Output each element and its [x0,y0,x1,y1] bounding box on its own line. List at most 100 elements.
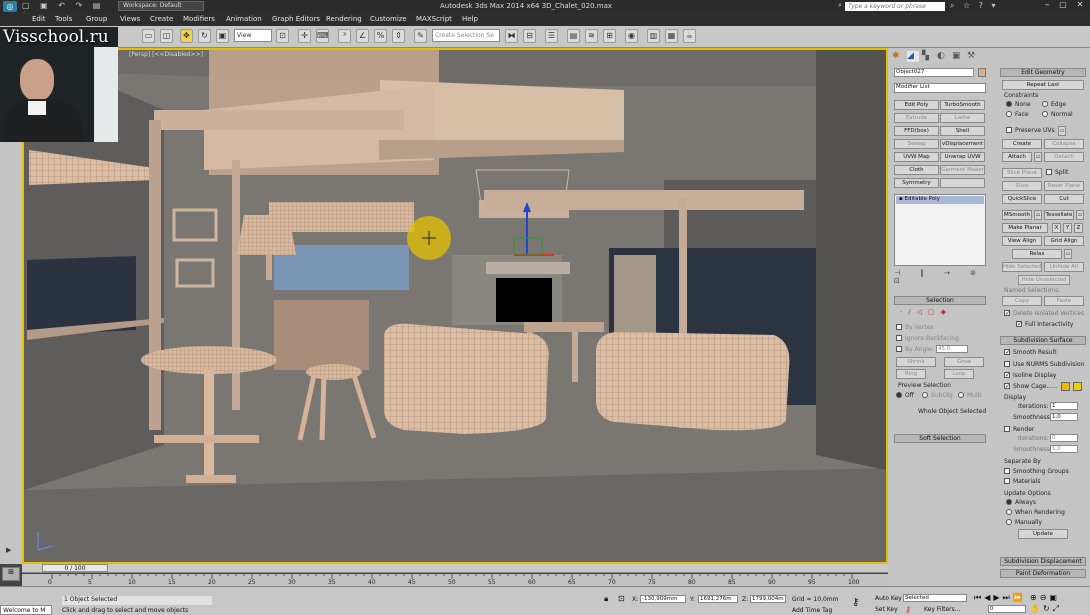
msmooth-settings-icon[interactable]: ▫ [1034,210,1042,220]
display-smoothness-spinner[interactable]: 1,0 [1050,413,1078,421]
mirror-icon[interactable]: ⧓ [505,29,518,43]
object-color-swatch[interactable] [978,68,986,77]
materials-checkbox[interactable] [1004,478,1010,484]
window-crossing-icon[interactable]: ◫ [160,29,173,43]
create-tab-icon[interactable]: ✱ [892,51,904,62]
menu-views[interactable]: Views [120,15,140,23]
selection-rollout-header[interactable]: Selection [894,296,986,305]
current-frame-field[interactable]: 0 [988,605,1026,613]
menu-graph-editors[interactable]: Graph Editors [272,15,320,23]
cage-color-swatch-1[interactable] [1061,382,1070,391]
layer-manager-icon[interactable]: ☰ [545,29,558,43]
split-checkbox[interactable] [1046,169,1052,175]
slice-plane-button[interactable]: Slice Plane [1002,168,1042,178]
mini-curve-editor-icon[interactable]: ⊞ [2,567,20,581]
relax-settings-icon[interactable]: ▫ [1064,249,1072,259]
modifier-vdisplacement-button[interactable]: vDisplacement [940,139,985,149]
hide-selected-button[interactable]: Hide Selected [1002,262,1042,272]
viewport-nav-controls[interactable]: ⊕⊖▣ [1030,593,1060,602]
shrink-button[interactable]: Shrink [896,357,936,367]
preview-subobj-radio[interactable] [922,392,928,398]
modifier-unwrap-uvw-button[interactable]: Unwrap UVW [940,152,985,162]
grow-button[interactable]: Grow [944,357,984,367]
curve-editor-icon[interactable]: ≋ [585,29,598,43]
preserve-uvs-checkbox[interactable] [1006,127,1012,133]
y-coordinate-field[interactable]: 1691,276m [698,595,738,603]
update-manually-radio[interactable] [1006,519,1012,525]
paint-deformation-rollout-header[interactable]: Paint Deformation [1000,569,1086,578]
hierarchy-tab-icon[interactable]: ▚ [922,51,934,62]
time-slider[interactable]: 0 / 100 [22,564,888,573]
update-when-rendering-radio[interactable] [1006,509,1012,515]
by-vertex-checkbox[interactable] [896,324,902,330]
modifier-edit-poly-button[interactable]: Edit Poly [894,100,939,110]
planar-z-button[interactable]: Z [1074,223,1083,233]
modify-tab-icon[interactable]: ◢ [907,51,919,62]
search-input[interactable]: Type a keyword or phrase [845,2,945,11]
render-iterations-spinner[interactable]: 0 [1050,434,1078,442]
full-interactivity-checkbox[interactable]: ✓ [1016,321,1022,328]
set-key-button[interactable]: Set Key [875,606,898,613]
render-setup-icon[interactable]: ▥ [647,29,660,43]
edit-geometry-rollout-header[interactable]: Edit Geometry [1000,68,1086,77]
repeat-last-button[interactable]: Repeat Last [1002,80,1084,90]
material-editor-icon[interactable]: ◉ [625,29,638,43]
detach-button[interactable]: Detach [1044,152,1084,162]
select-manipulate-icon[interactable]: ✛ [298,29,311,43]
modifier-garment-maker-button[interactable]: Garment Maker [940,165,985,175]
absolute-mode-icon[interactable]: ⊡ [618,594,625,603]
constraint-none-radio[interactable] [1006,101,1012,107]
menu-rendering[interactable]: Rendering [326,15,362,23]
infocenter-icons[interactable]: ⌕ ☆ ? ▾ [950,1,999,11]
binoculars-icon[interactable]: ⌕ [838,1,842,10]
playback-controls[interactable]: ⏮◀▶⏭⏩ [974,593,1026,603]
align-icon[interactable]: ⊟ [523,29,536,43]
subobject-icons[interactable]: ·∕◁▢◆ [900,308,952,316]
workspace-selector[interactable]: Workspace: Default [118,1,204,11]
tessellate-settings-icon[interactable]: ▫ [1076,210,1084,220]
modifier-ffd-button[interactable]: FFD(box) [894,126,939,136]
rendered-frame-icon[interactable]: ▦ [665,29,678,43]
display-iterations-spinner[interactable]: 1 [1050,402,1078,410]
smooth-result-checkbox[interactable]: ✓ [1004,349,1010,356]
snaps-toggle-icon[interactable]: ³ [338,29,351,43]
quickslice-button[interactable]: QuickSlice [1002,194,1042,204]
modifier-symmetry-button[interactable]: Symmetry [894,178,939,188]
schematic-view-icon[interactable]: ⊞ [603,29,616,43]
pivot-center-icon[interactable]: ⊡ [276,29,289,43]
subdivision-surface-rollout-header[interactable]: Subdivision Surface [1000,336,1086,345]
perspective-viewport[interactable]: [Persp] [<<Disabled>>] [22,48,888,564]
modifier-cloth-button[interactable]: Cloth [894,165,939,175]
viewport-nav-controls-2[interactable]: ✋↻⤢ [1030,604,1062,614]
preserve-uvs-settings-icon[interactable]: ▫ [1058,126,1066,136]
menu-animation[interactable]: Animation [226,15,262,23]
angle-snap-icon[interactable]: ∠ [356,29,369,43]
view-align-button[interactable]: View Align [1002,236,1042,246]
lock-selection-icon[interactable]: 🔒︎ [604,594,608,604]
object-name-field[interactable]: Object027 [894,68,974,77]
menu-group[interactable]: Group [86,15,107,23]
collapse-button[interactable]: Collapse [1044,139,1084,149]
modifier-turbosmooth-button[interactable]: TurboSmooth [940,100,985,110]
select-region-icon[interactable]: ▭ [142,29,155,43]
utilities-tab-icon[interactable]: ⚒ [967,51,979,62]
planar-x-button[interactable]: X [1052,223,1061,233]
copy-button[interactable]: Copy [1002,296,1042,306]
slice-button[interactable]: Slice [1002,181,1042,191]
smoothing-groups-checkbox[interactable] [1004,468,1010,474]
by-angle-checkbox[interactable] [896,346,902,352]
stack-item-editable-poly[interactable]: ▪ Editable Poly [896,196,984,204]
auto-key-button[interactable]: Auto Key [875,595,902,602]
render-production-icon[interactable]: ☕ [683,29,696,43]
constraint-face-radio[interactable] [1006,111,1012,117]
percent-snap-icon[interactable]: % [374,29,387,43]
keyboard-shortcut-icon[interactable]: ⌨ [316,29,329,43]
update-always-radio[interactable] [1006,499,1012,505]
z-coordinate-field[interactable]: 1799,004m [750,595,786,603]
modifier-extrude-button[interactable]: Extrude [894,113,939,123]
set-key-icon[interactable]: ⚷ [905,605,911,614]
minimize-button[interactable]: – [1040,0,1054,12]
select-rotate-icon[interactable]: ↻ [198,29,211,43]
time-slider-thumb[interactable]: 0 / 100 [42,564,108,572]
named-selection-sets-dropdown[interactable]: Create Selection Se [432,29,500,42]
